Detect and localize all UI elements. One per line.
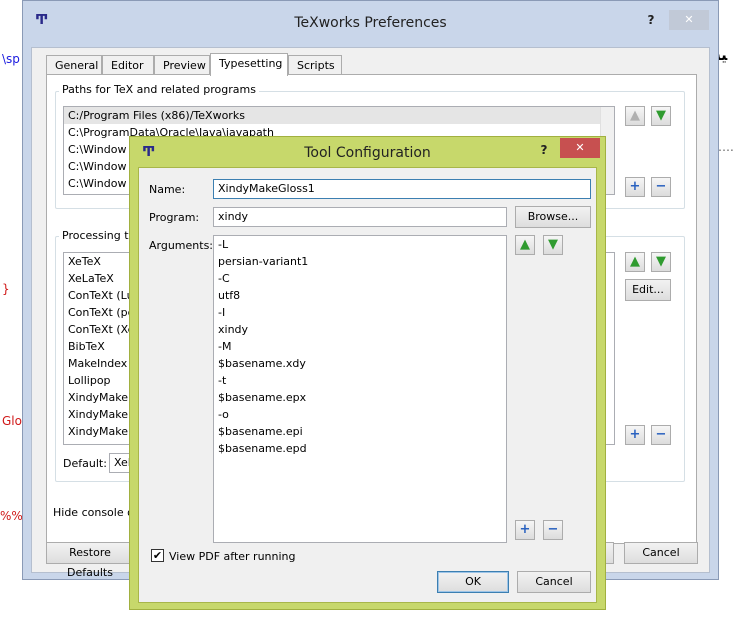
list-item[interactable]: utf8 — [214, 287, 506, 304]
bg-snippet-glo: Glo — [2, 414, 22, 428]
list-item[interactable]: -L — [214, 236, 506, 253]
list-item[interactable]: -o — [214, 406, 506, 423]
arrow-down-icon: ▼ — [548, 237, 558, 252]
minus-icon: − — [547, 522, 559, 537]
view-pdf-checkbox[interactable]: ✔ — [151, 549, 164, 562]
argument-add-button[interactable]: + — [515, 520, 535, 540]
argument-move-up-button[interactable]: ▲ — [515, 235, 535, 255]
list-item[interactable]: xindy — [214, 321, 506, 338]
program-input[interactable]: xindy — [213, 207, 507, 227]
tool-add-button[interactable]: + — [625, 425, 645, 445]
minus-icon: − — [655, 179, 667, 194]
tool-config-help-button[interactable]: ? — [534, 140, 554, 160]
bg-snippet-brace: } — [2, 282, 10, 296]
cancel-button[interactable]: Cancel — [517, 571, 591, 593]
preferences-titlebar[interactable]: Ͳ TeXworks Preferences ? ✕ — [23, 1, 718, 47]
path-move-up-button[interactable]: ▲ — [625, 106, 645, 126]
list-item[interactable]: -M — [214, 338, 506, 355]
arrow-down-icon: ▼ — [656, 254, 666, 269]
bg-snippet-percent: %% — [0, 509, 23, 523]
argument-remove-button[interactable]: − — [543, 520, 563, 540]
preferences-close-button[interactable]: ✕ — [669, 10, 709, 30]
bg-snippet-sp: \sp — [2, 52, 20, 66]
arrow-up-icon: ▲ — [520, 237, 530, 252]
tool-move-down-button[interactable]: ▼ — [651, 252, 671, 272]
list-item[interactable]: C:/Program Files (x86)/TeXworks — [64, 107, 614, 124]
tool-configuration-dialog: Ͳ Tool Configuration ? ✕ Name: XindyMake… — [129, 136, 606, 610]
list-item[interactable]: persian-variant1 — [214, 253, 506, 270]
paths-group-label: Paths for TeX and related programs — [59, 83, 259, 96]
list-item[interactable]: -I — [214, 304, 506, 321]
plus-icon: + — [519, 522, 531, 537]
list-item[interactable]: $basename.epx — [214, 389, 506, 406]
preferences-help-button[interactable]: ? — [641, 10, 661, 30]
arguments-list[interactable]: -L persian-variant1 -C utf8 -I xindy -M … — [213, 235, 507, 543]
restore-defaults-button[interactable]: Restore Defaults — [46, 542, 134, 579]
minus-icon: − — [655, 427, 667, 442]
view-pdf-label: View PDF after running — [169, 550, 296, 563]
arrow-down-icon: ▼ — [656, 108, 666, 123]
ok-button[interactable]: OK — [437, 571, 509, 593]
name-label: Name: — [149, 183, 186, 196]
path-move-down-button[interactable]: ▼ — [651, 106, 671, 126]
tool-remove-button[interactable]: − — [651, 425, 671, 445]
arrow-up-icon: ▲ — [630, 108, 640, 123]
default-label: Default: — [63, 457, 107, 470]
arrow-up-icon: ▲ — [630, 254, 640, 269]
bg-snippet-dots: …. — [718, 140, 734, 154]
list-item[interactable]: $basename.xdy — [214, 355, 506, 372]
tool-config-close-button[interactable]: ✕ — [560, 138, 600, 158]
browse-button[interactable]: Browse... — [515, 206, 591, 228]
plus-icon: + — [629, 179, 641, 194]
program-label: Program: — [149, 211, 200, 224]
tab-preview[interactable]: Preview — [154, 55, 210, 75]
list-item[interactable]: $basename.epi — [214, 423, 506, 440]
path-add-button[interactable]: + — [625, 177, 645, 197]
path-remove-button[interactable]: − — [651, 177, 671, 197]
list-item[interactable]: $basename.epd — [214, 440, 506, 457]
edit-tool-button[interactable]: Edit... — [625, 279, 671, 301]
tool-move-up-button[interactable]: ▲ — [625, 252, 645, 272]
tab-general[interactable]: General — [46, 55, 102, 75]
arguments-label: Arguments: — [149, 239, 214, 252]
tool-config-body: Name: XindyMakeGloss1 Program: xindy Bro… — [138, 167, 597, 603]
tab-editor[interactable]: Editor — [102, 55, 154, 75]
plus-icon: + — [629, 427, 641, 442]
preferences-cancel-button[interactable]: Cancel — [624, 542, 698, 564]
preferences-title: TeXworks Preferences — [294, 15, 447, 31]
tab-typesetting[interactable]: Typesetting — [210, 53, 288, 76]
list-item[interactable]: -C — [214, 270, 506, 287]
tab-scripts[interactable]: Scripts — [288, 55, 342, 75]
list-item[interactable]: -t — [214, 372, 506, 389]
tool-name-input[interactable]: XindyMakeGloss1 — [213, 179, 591, 199]
argument-move-down-button[interactable]: ▼ — [543, 235, 563, 255]
